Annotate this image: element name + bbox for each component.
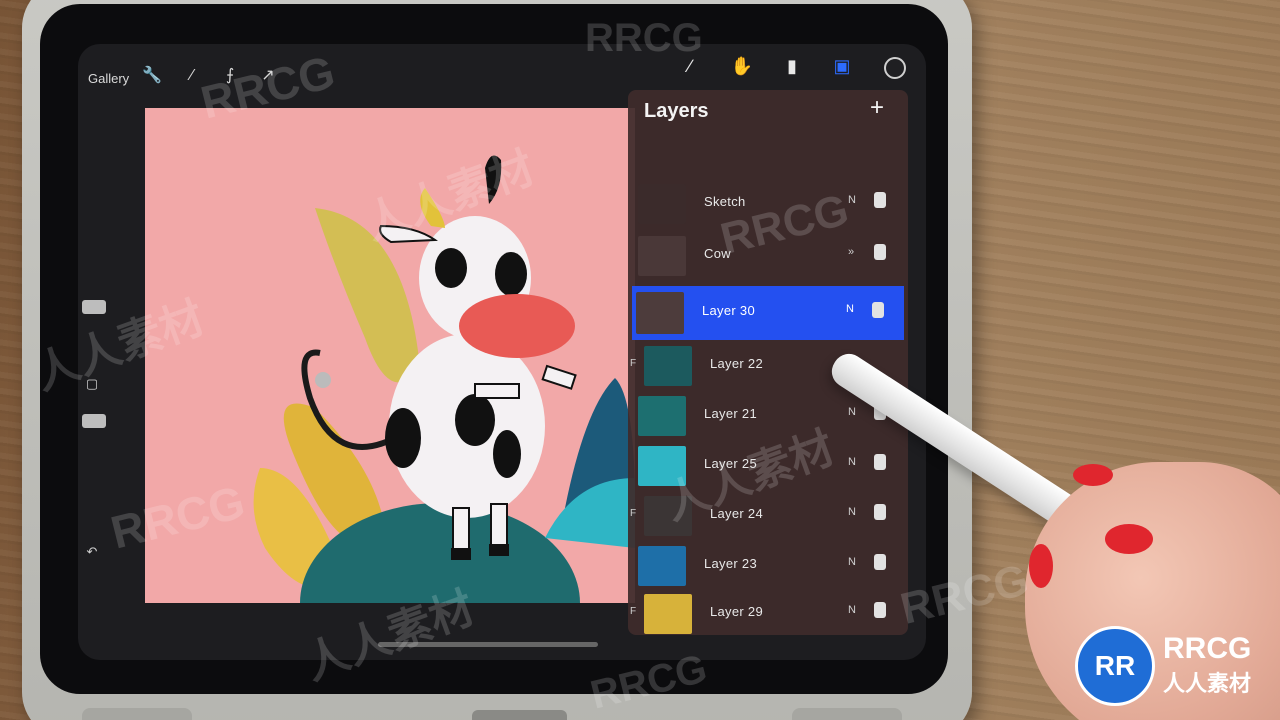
- layer-name: Layer 23: [704, 556, 757, 571]
- layer-thumbnail: [636, 292, 684, 334]
- color-picker-icon[interactable]: [884, 57, 906, 79]
- clipping-mask-indicator: F: [630, 606, 637, 617]
- blend-mode-button[interactable]: N: [848, 406, 856, 418]
- visibility-checkbox[interactable]: [874, 504, 886, 520]
- layer-thumbnail: [638, 546, 686, 586]
- modify-button-icon[interactable]: ▢: [82, 376, 102, 392]
- layers-title: Layers: [644, 100, 709, 122]
- undo-icon[interactable]: ↶: [82, 544, 102, 560]
- rrcg-logo-icon: RR: [1075, 626, 1155, 706]
- layer-name: Layer 24: [710, 506, 763, 521]
- home-indicator: [378, 642, 598, 647]
- layer-row-layer-25[interactable]: Layer 25 N: [634, 442, 902, 490]
- layers-icon[interactable]: ▣: [830, 54, 854, 78]
- opacity-slider[interactable]: [82, 414, 106, 428]
- visibility-checkbox[interactable]: [872, 302, 884, 318]
- brush-size-slider[interactable]: [82, 300, 106, 314]
- layer-name: Layer 29: [710, 604, 763, 619]
- logo-text: RRCG: [1163, 632, 1252, 665]
- brush-icon[interactable]: ∕: [678, 54, 702, 78]
- layer-row-cow[interactable]: Cow »: [634, 232, 902, 280]
- case-slot: [472, 710, 567, 720]
- layer-row-layer-23[interactable]: Layer 23 N: [634, 542, 902, 590]
- visibility-checkbox[interactable]: [874, 454, 886, 470]
- drawing-canvas[interactable]: [145, 108, 635, 603]
- layer-name: Layer 21: [704, 406, 757, 421]
- blend-mode-button[interactable]: N: [848, 194, 856, 206]
- group-expand-icon[interactable]: »: [848, 246, 854, 258]
- logo-subtext: 人人素材: [1163, 671, 1252, 696]
- wrench-icon[interactable]: 🔧: [142, 66, 162, 86]
- eraser-icon[interactable]: ▮: [780, 54, 804, 78]
- layer-row-layer-29[interactable]: F Layer 29 N: [630, 590, 902, 638]
- transform-arrow-icon[interactable]: ↗: [258, 66, 278, 86]
- visibility-checkbox[interactable]: [874, 244, 886, 260]
- case-tab: [82, 708, 192, 720]
- layer-name: Cow: [704, 246, 731, 261]
- layer-thumbnail: [644, 496, 692, 536]
- layer-thumbnail: [644, 346, 692, 386]
- visibility-checkbox[interactable]: [874, 192, 886, 208]
- layer-name: Layer 22: [710, 356, 763, 371]
- layer-name: Layer 30: [702, 303, 755, 318]
- visibility-checkbox[interactable]: [874, 554, 886, 570]
- blend-mode-button[interactable]: N: [848, 506, 856, 518]
- case-tab: [792, 708, 902, 720]
- gallery-button[interactable]: Gallery: [88, 71, 129, 86]
- visibility-checkbox[interactable]: [874, 602, 886, 618]
- cow-illustration: [253, 155, 635, 603]
- layer-row-layer-30[interactable]: Layer 30 N: [632, 286, 904, 340]
- clipping-mask-indicator: F: [630, 358, 637, 369]
- blend-mode-button[interactable]: N: [848, 456, 856, 468]
- blend-mode-button[interactable]: N: [846, 303, 854, 315]
- procreate-screen: Gallery 🔧 ∕ ⨍ ↗ ∕ ✋ ▮ ▣ ▢ ↶ Layers + Ske…: [78, 44, 926, 660]
- layer-row-sketch[interactable]: Sketch N: [634, 180, 902, 228]
- clipping-mask-indicator: F: [630, 508, 637, 519]
- layer-thumbnail: [638, 236, 686, 276]
- layer-row-layer-24[interactable]: F Layer 24 N: [630, 492, 902, 540]
- layer-thumbnail: [644, 594, 692, 634]
- layer-thumbnail: [638, 396, 686, 436]
- selection-icon[interactable]: ⨍: [220, 66, 240, 86]
- fingernail: [1105, 524, 1153, 554]
- add-layer-button[interactable]: +: [870, 94, 884, 122]
- magic-wand-icon[interactable]: ∕: [182, 66, 202, 86]
- layer-name: Sketch: [704, 194, 746, 209]
- layer-thumbnail: [638, 184, 686, 224]
- layer-thumbnail: [638, 446, 686, 486]
- blend-mode-button[interactable]: N: [848, 604, 856, 616]
- fingernail: [1073, 464, 1113, 486]
- fingernail: [1029, 544, 1053, 588]
- layer-name: Layer 25: [704, 456, 757, 471]
- blend-mode-button[interactable]: N: [848, 556, 856, 568]
- smudge-icon[interactable]: ✋: [730, 54, 754, 78]
